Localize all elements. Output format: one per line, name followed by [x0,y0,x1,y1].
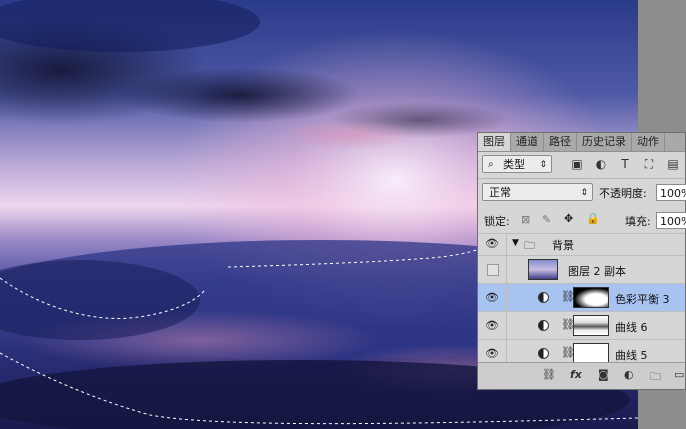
visibility-eye-icon[interactable]: 👁 [483,347,501,361]
panel-tabs: 图层 通道 路径 历史记录 动作 [478,133,685,152]
divider [506,234,507,255]
layer-name: 曲线 6 [615,321,648,334]
lock-label: 锁定: [484,215,510,228]
tab-channels[interactable]: 通道 [511,133,544,151]
visibility-eye-icon[interactable]: 👁 [483,237,501,251]
divider [506,312,507,339]
adjustment-layer-icon [538,292,549,303]
blend-mode-label: 正常 [489,186,511,199]
layer-name: 图层 2 副本 [568,265,626,278]
new-layer-icon[interactable]: ▭ [674,368,684,381]
tab-actions[interactable]: 动作 [632,133,665,151]
lock-transparent-pixels-icon[interactable]: ⊠ [521,213,530,226]
layer-row-selected[interactable]: 👁 ⛓ 色彩平衡 3 [478,283,685,311]
layer-name: 曲线 5 [615,349,648,362]
tab-layers[interactable]: 图层 [478,133,511,151]
layer-name: 色彩平衡 3 [615,293,670,306]
layer-name: 背景 [552,239,574,252]
layer-row[interactable]: 图层 2 副本 [478,255,685,283]
folder-icon: 🗀 [524,239,535,252]
visibility-eye-icon[interactable]: 👁 [483,319,501,333]
divider [506,284,507,311]
pixel-filter-icon[interactable]: ▣ [570,157,584,171]
visibility-eye-icon[interactable]: 👁 [483,291,501,305]
filter-type-label: 类型 [503,158,525,171]
new-group-icon[interactable]: 🗀 [650,368,661,387]
panel-bottom-toolbar: ⛓ fx ◙ ◐ 🗀 ▭ [478,362,685,389]
layer-group-row[interactable]: 👁 ▼ 🗀 背景 [478,233,685,255]
fill-label: 填充: [625,215,651,228]
link-layers-icon[interactable]: ⛓ [542,368,556,381]
chevron-updown-icon: ⇕ [539,160,547,170]
layer-thumbnail [528,259,558,280]
adjustment-layer-icon [538,348,549,359]
opacity-label: 不透明度: [599,187,647,200]
tab-history[interactable]: 历史记录 [577,133,632,151]
shape-filter-icon[interactable]: ⛶ [642,157,656,171]
lock-position-icon[interactable]: ✥ [564,212,573,225]
new-adjustment-layer-icon[interactable]: ◐ [624,368,634,381]
layer-mask-thumbnail[interactable] [573,315,609,336]
divider [478,178,685,179]
search-icon: ⌕ [488,159,494,170]
type-filter-icon[interactable]: T [618,157,632,171]
blend-mode-select[interactable]: 正常 ⇕ [482,183,593,201]
tab-paths[interactable]: 路径 [544,133,577,151]
fx-button[interactable]: fx [570,368,582,381]
adjustment-filter-icon[interactable]: ◐ [594,157,608,171]
layer-mask-thumbnail[interactable] [573,287,609,308]
lock-all-icon[interactable]: 🔒 [586,212,600,225]
visibility-off-box[interactable] [487,264,499,276]
add-mask-icon[interactable]: ◙ [598,368,609,381]
fill-input[interactable]: 100% [656,212,686,229]
smart-object-filter-icon[interactable]: ▤ [666,157,680,171]
opacity-input[interactable]: 100% [656,184,686,201]
layers-panel: 图层 通道 路径 历史记录 动作 ⌕ 类型 ⇕ ▣ ◐ T ⛶ ▤ 正常 ⇕ 不… [477,132,686,390]
adjustment-layer-icon [538,320,549,331]
divider [506,256,507,283]
lock-image-pixels-icon[interactable]: ✎ [542,213,551,226]
expand-arrow-icon[interactable]: ▼ [512,238,519,248]
layer-row[interactable]: 👁 ⛓ 曲线 6 [478,311,685,339]
chevron-updown-icon: ⇕ [580,188,588,198]
layer-mask-thumbnail[interactable] [573,343,609,364]
filter-type-select[interactable]: ⌕ 类型 ⇕ [482,155,552,173]
